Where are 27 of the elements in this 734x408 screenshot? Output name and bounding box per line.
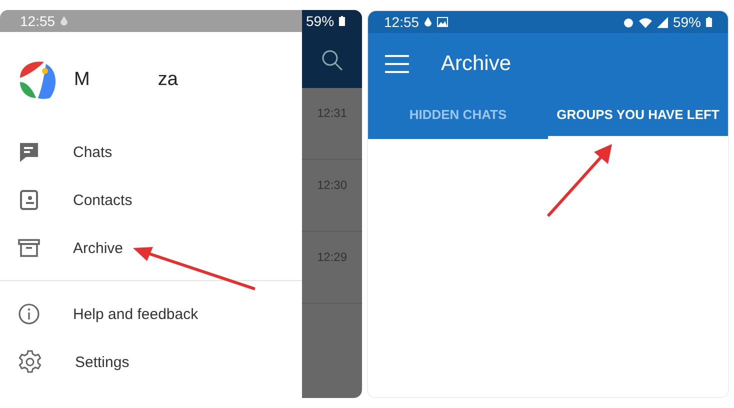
settings-icon [18, 350, 42, 374]
contacts-icon [18, 189, 40, 211]
battery-percent: 59% [672, 14, 701, 30]
chat-icon [18, 141, 40, 163]
search-icon[interactable] [321, 49, 343, 71]
status-time: 12:55 [20, 13, 56, 29]
screen-title: Archive [441, 52, 512, 76]
tab[interactable]: GROUPS YOU HAVE LEFT [548, 95, 728, 139]
menu-item[interactable]: Help and feedback [73, 306, 198, 322]
user-name: za [158, 69, 178, 91]
wifi-icon [638, 16, 652, 28]
drop-icon [424, 16, 432, 28]
menu-icon[interactable] [385, 55, 409, 73]
battery-icon [339, 16, 346, 26]
status-time: 12:55 [384, 14, 420, 30]
signal-icon [656, 16, 668, 28]
archive-icon [18, 238, 40, 258]
menu-item[interactable]: Chats [73, 144, 112, 160]
menu-item[interactable]: Contacts [73, 192, 132, 208]
menu-item[interactable]: Settings [75, 354, 130, 370]
battery-percent: 59% [306, 13, 334, 29]
drop-icon [60, 16, 68, 26]
user-name: M [74, 69, 90, 91]
battery-icon [706, 17, 712, 27]
image-icon [437, 17, 448, 27]
menu-item[interactable]: Archive [73, 240, 124, 256]
info-icon [18, 303, 40, 325]
